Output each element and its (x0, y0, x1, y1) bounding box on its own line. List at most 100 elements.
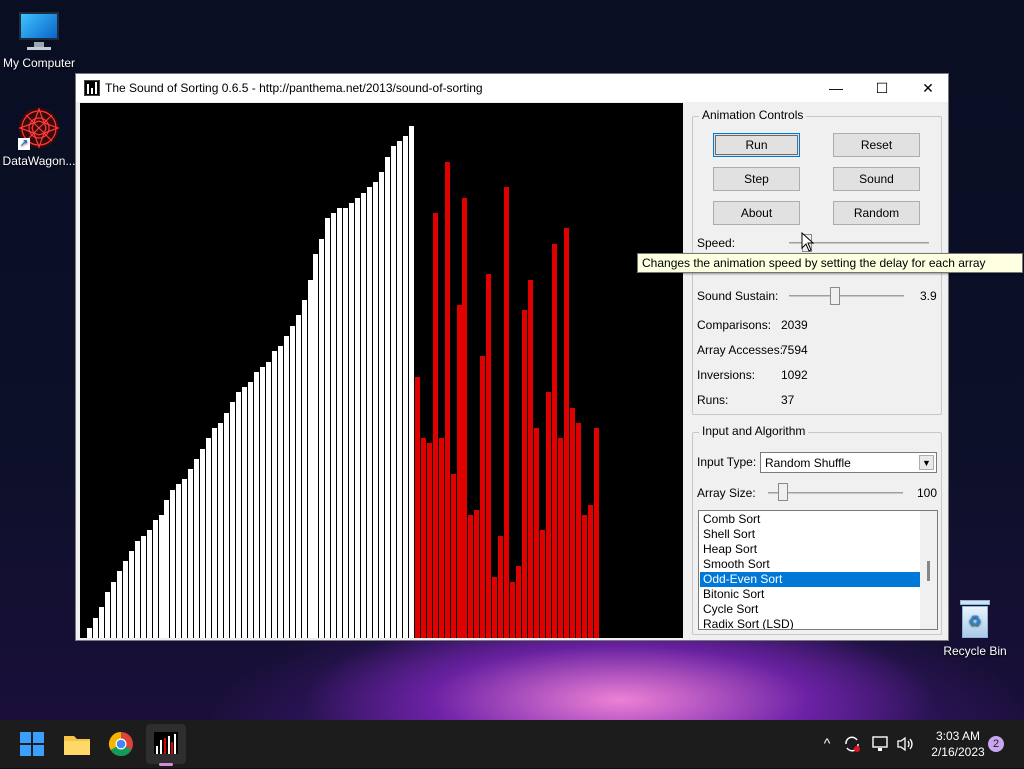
array-bar (587, 505, 593, 638)
desktop-icon-label: DataWagon... (2, 154, 76, 168)
array-bar (528, 280, 534, 638)
app-icon (84, 80, 100, 96)
array-bar (176, 484, 182, 638)
algorithm-item-shell-sort[interactable]: Shell Sort (700, 527, 920, 542)
algorithm-list-scrollbar[interactable] (920, 511, 937, 629)
array-bar (539, 530, 545, 638)
volume-icon[interactable] (895, 734, 915, 754)
array-bar (438, 438, 444, 638)
array-bar (390, 146, 396, 638)
algorithm-list[interactable]: Comb Sort Shell Sort Heap Sort Smooth So… (698, 510, 938, 630)
array-bar (325, 218, 331, 638)
monitor-icon (17, 10, 61, 52)
folder-icon (64, 736, 90, 755)
array-bar (230, 402, 236, 638)
algorithm-item-cycle-sort[interactable]: Cycle Sort (700, 602, 920, 617)
array-bar (456, 305, 462, 638)
runs-label: Runs: (697, 393, 729, 407)
algorithm-item-heap-sort[interactable]: Heap Sort (700, 542, 920, 557)
array-bar (534, 428, 539, 638)
sound-of-sorting-taskbar-button[interactable] (146, 724, 186, 766)
maximize-button[interactable]: ☐ (859, 74, 905, 102)
array-bar (122, 561, 128, 638)
scrollbar-thumb[interactable] (927, 561, 930, 581)
notification-badge[interactable]: 2 (988, 736, 1004, 752)
array-bar (420, 438, 426, 638)
random-button[interactable]: Random (833, 201, 920, 225)
array-bar (474, 510, 480, 638)
sync-icon[interactable] (842, 734, 862, 754)
close-button[interactable]: ✕ (905, 74, 951, 102)
chevron-down-icon[interactable]: ▼ (919, 455, 934, 470)
shortcut-arrow-icon: ↗ (18, 138, 30, 150)
desktop-icon-my-computer[interactable]: My Computer (0, 10, 78, 70)
array-bar (379, 172, 385, 638)
algorithm-item-bitonic-sort[interactable]: Bitonic Sort (700, 587, 920, 602)
input-type-label: Input Type: (697, 455, 757, 469)
array-bar (206, 438, 212, 638)
network-icon[interactable] (870, 734, 890, 754)
array-bar (319, 239, 325, 638)
array-bar (373, 182, 379, 638)
input-type-dropdown[interactable]: Random Shuffle ▼ (760, 452, 937, 473)
clock-time[interactable]: 3:03 AM (920, 729, 996, 743)
array-bar (575, 423, 581, 638)
array-bar (385, 157, 390, 638)
array-bar (355, 198, 361, 638)
array-bar (486, 274, 492, 638)
algorithm-item-comb-sort[interactable]: Comb Sort (700, 512, 920, 527)
array-size-label: Array Size: (697, 486, 756, 500)
array-bar (200, 449, 206, 638)
reset-button[interactable]: Reset (833, 133, 920, 157)
show-hidden-icons-chevron[interactable]: ^ (820, 735, 834, 751)
array-bar (337, 208, 343, 638)
active-indicator (159, 763, 173, 766)
window-title: The Sound of Sorting 0.6.5 - http://pant… (105, 81, 483, 95)
input-type-value: Random Shuffle (765, 456, 851, 470)
start-button[interactable] (16, 728, 48, 760)
mouse-cursor-icon (801, 231, 815, 252)
array-size-slider-thumb[interactable] (778, 483, 788, 501)
array-bar (468, 515, 474, 638)
array-bar (218, 423, 224, 638)
step-button[interactable]: Step (713, 167, 800, 191)
array-bar (396, 141, 402, 638)
title-bar[interactable]: The Sound of Sorting 0.6.5 - http://pant… (76, 74, 948, 102)
array-bar (265, 362, 271, 638)
array-bar (158, 515, 164, 638)
sound-of-sorting-icon (154, 732, 178, 754)
sound-sustain-value: 3.9 (920, 289, 937, 303)
taskbar: ^ 3:03 AM 2/16/2023 2 (0, 720, 1024, 768)
array-bar (516, 566, 522, 638)
array-bar (110, 582, 116, 638)
desktop-icon-datawagon[interactable]: ↗ DataWagon... (0, 106, 78, 168)
sound-sustain-slider-thumb[interactable] (830, 287, 840, 305)
algorithm-item-odd-even-sort[interactable]: Odd-Even Sort (700, 572, 920, 587)
array-bar (259, 367, 265, 638)
sound-of-sorting-window: The Sound of Sorting 0.6.5 - http://pant… (75, 73, 949, 641)
array-bar (253, 372, 259, 638)
file-explorer-button[interactable] (61, 728, 93, 760)
maximize-icon: ☐ (875, 80, 889, 96)
array-bar (152, 520, 158, 638)
about-button[interactable]: About (713, 201, 800, 225)
chrome-button[interactable] (105, 728, 137, 760)
run-button[interactable]: Run (713, 133, 800, 157)
array-bar (361, 193, 367, 638)
close-icon: ✕ (922, 80, 934, 96)
algorithm-item-smooth-sort[interactable]: Smooth Sort (700, 557, 920, 572)
array-bar (104, 592, 110, 638)
array-bar (98, 607, 104, 638)
array-bar (301, 300, 307, 638)
minimize-button[interactable]: — (813, 74, 859, 102)
array-bar (408, 126, 414, 638)
array-bar (247, 382, 253, 638)
algorithm-item-radix-sort-lsd[interactable]: Radix Sort (LSD) (700, 617, 920, 629)
array-bar (462, 198, 468, 638)
array-bar (277, 346, 283, 638)
clock-date[interactable]: 2/16/2023 (920, 745, 996, 759)
array-bar (128, 551, 134, 638)
sound-button[interactable]: Sound (833, 167, 920, 191)
array-bar (87, 628, 92, 638)
input-algorithm-group: Input and Algorithm Input Type: Random S… (692, 424, 942, 635)
